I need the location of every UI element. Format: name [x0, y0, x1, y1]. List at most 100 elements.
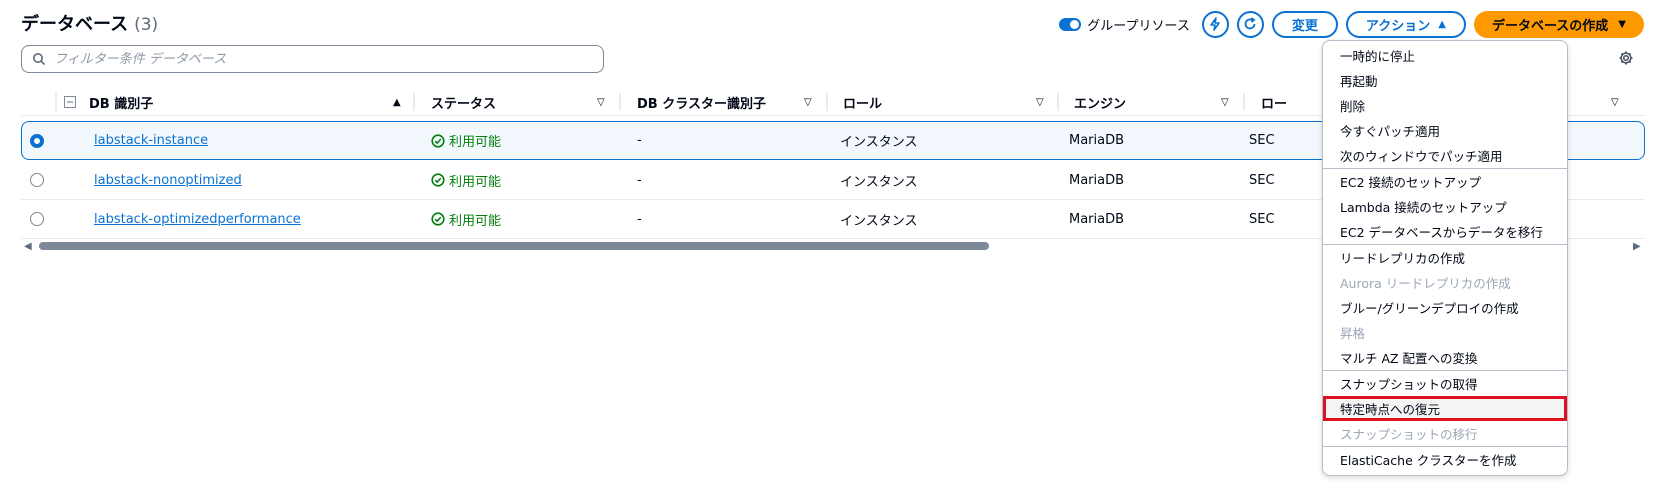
- database-count: (3): [134, 15, 159, 35]
- group-resources-label: グループリソース: [1087, 18, 1190, 34]
- status-text: 利用可能: [449, 213, 502, 229]
- cluster-id-cell: -: [637, 211, 642, 227]
- toolbar: グループリソース 変更 アクション ▲ データベースの作成 ▼: [1059, 10, 1644, 38]
- db-id-cell[interactable]: labstack-instance: [94, 122, 208, 159]
- menu-item-create-read-replica[interactable]: リードレプリカの作成: [1323, 245, 1567, 270]
- lightning-icon: [1210, 17, 1221, 31]
- column-header-cluster-id[interactable]: DB クラスター識別子 ▽: [637, 88, 822, 116]
- status-badge: 利用可能: [431, 210, 501, 229]
- db-id-link[interactable]: labstack-instance: [94, 133, 208, 148]
- search-icon: [33, 53, 46, 66]
- engine-cell: MariaDB: [1069, 172, 1125, 188]
- create-database-button[interactable]: データベースの作成 ▼: [1473, 10, 1644, 38]
- db-id-cell[interactable]: labstack-nonoptimized: [94, 161, 242, 199]
- scroll-left-icon[interactable]: ◀: [24, 241, 32, 252]
- column-label-status: ステータス: [431, 96, 497, 112]
- sort-ascending-icon[interactable]: ▲: [393, 97, 401, 108]
- column-label-region: ロー: [1261, 96, 1288, 112]
- sort-toggle-icon[interactable]: ▽: [1221, 97, 1229, 108]
- caret-up-icon: ▲: [1438, 18, 1446, 30]
- menu-item-create-elasticache[interactable]: ElastiCache クラスターを作成: [1323, 447, 1567, 472]
- menu-item-promote: 昇格: [1340, 326, 1366, 341]
- column-header-engine[interactable]: エンジン ▽: [1074, 88, 1239, 116]
- region-cell: SEC: [1249, 172, 1275, 188]
- region-cell: SEC: [1249, 133, 1275, 148]
- menu-item-reboot[interactable]: 再起動: [1323, 68, 1567, 93]
- table-settings-button[interactable]: [1618, 50, 1634, 70]
- toggle-switch[interactable]: [1059, 17, 1082, 31]
- status-cell: 利用可能: [431, 161, 501, 199]
- column-divider[interactable]: [413, 93, 415, 111]
- page-title: データベース: [21, 14, 129, 35]
- db-id-link[interactable]: labstack-nonoptimized: [94, 173, 242, 188]
- menu-item-create-blue-green[interactable]: ブルー/グリーンデプロイの作成: [1323, 295, 1567, 320]
- menu-item-stop-temporarily[interactable]: 一時的に停止: [1323, 43, 1567, 68]
- column-divider[interactable]: [826, 93, 828, 111]
- check-circle-icon: [431, 133, 445, 148]
- row-radio[interactable]: [30, 200, 44, 238]
- status-badge: 利用可能: [431, 131, 501, 150]
- filter-field[interactable]: [21, 45, 604, 73]
- radio-unselected[interactable]: [30, 212, 44, 226]
- quick-action-button[interactable]: [1201, 10, 1229, 38]
- db-id-cell[interactable]: labstack-optimizedperformance: [94, 200, 301, 238]
- sort-toggle-icon[interactable]: ▽: [597, 97, 605, 108]
- radio-unselected[interactable]: [30, 173, 44, 187]
- actions-button[interactable]: アクション ▲: [1345, 10, 1466, 38]
- caret-down-icon: ▼: [1618, 18, 1626, 30]
- radio-selected[interactable]: [30, 133, 44, 148]
- menu-item-patch-next-window[interactable]: 次のウィンドウでパッチ適用: [1323, 143, 1567, 168]
- status-cell: 利用可能: [431, 200, 501, 238]
- column-divider[interactable]: [1243, 93, 1245, 111]
- menu-item-migrate-snapshot: スナップショットの移行: [1340, 427, 1478, 442]
- scroll-thumb[interactable]: [39, 242, 989, 250]
- region-cell: SEC: [1249, 211, 1275, 227]
- column-divider[interactable]: [1057, 93, 1059, 111]
- check-circle-icon: [431, 212, 445, 226]
- group-resources-toggle[interactable]: グループリソース: [1059, 15, 1190, 34]
- menu-item-delete[interactable]: 削除: [1323, 93, 1567, 118]
- column-divider[interactable]: [55, 93, 57, 111]
- check-circle-icon: [431, 173, 445, 187]
- menu-item-convert-multi-az[interactable]: マルチ AZ 配置への変換: [1323, 345, 1567, 370]
- row-radio[interactable]: [30, 122, 44, 159]
- column-header-db-id[interactable]: DB 識別子 ▲: [89, 88, 409, 116]
- sort-toggle-icon[interactable]: ▽: [1611, 97, 1619, 108]
- actions-menu: 一時的に停止 再起動 削除 今すぐパッチ適用 次のウィンドウでパッチ適用 EC2…: [1322, 40, 1568, 476]
- menu-item-patch-now[interactable]: 今すぐパッチ適用: [1323, 118, 1567, 143]
- select-all-checkbox[interactable]: [64, 88, 76, 116]
- cluster-id-cell: -: [637, 172, 642, 188]
- column-label-cluster-id: DB クラスター識別子: [637, 96, 766, 112]
- status-text: 利用可能: [449, 135, 502, 150]
- minus-square-icon: [64, 96, 76, 108]
- actions-button-label: アクション: [1365, 18, 1431, 34]
- sort-toggle-icon[interactable]: ▽: [804, 97, 812, 108]
- sort-toggle-icon[interactable]: ▽: [1036, 97, 1044, 108]
- refresh-icon: [1244, 17, 1256, 30]
- role-cell: インスタンス: [840, 213, 918, 229]
- menu-item-ec2-connection[interactable]: EC2 接続のセットアップ: [1323, 169, 1567, 194]
- menu-item-create-aurora-read-replica: Aurora リードレプリカの作成: [1340, 276, 1511, 291]
- menu-item-take-snapshot[interactable]: スナップショットの取得: [1323, 371, 1567, 396]
- column-divider[interactable]: [619, 93, 621, 111]
- column-label-db-id: DB 識別子: [89, 96, 154, 112]
- scroll-right-icon[interactable]: ▶: [1633, 241, 1641, 252]
- gear-icon: [1619, 51, 1633, 65]
- role-cell: インスタンス: [840, 174, 918, 190]
- create-database-label: データベースの作成: [1491, 18, 1609, 34]
- refresh-button[interactable]: [1236, 10, 1264, 38]
- modify-button[interactable]: 変更: [1271, 10, 1338, 38]
- menu-item-lambda-connection[interactable]: Lambda 接続のセットアップ: [1323, 194, 1567, 219]
- column-label-engine: エンジン: [1074, 96, 1127, 112]
- column-header-status[interactable]: ステータス ▽: [431, 88, 616, 116]
- modify-button-label: 変更: [1291, 18, 1318, 34]
- menu-item-migrate-ec2-data[interactable]: EC2 データベースからデータを移行: [1323, 219, 1567, 244]
- filter-input[interactable]: [54, 51, 574, 67]
- db-id-link[interactable]: labstack-optimizedperformance: [94, 212, 301, 227]
- status-text: 利用可能: [449, 174, 502, 190]
- row-radio[interactable]: [30, 161, 44, 199]
- column-header-role[interactable]: ロール ▽: [843, 88, 1053, 116]
- menu-item-restore-point-in-time[interactable]: 特定時点への復元: [1323, 396, 1567, 421]
- cluster-id-cell: -: [637, 133, 642, 148]
- engine-cell: MariaDB: [1069, 133, 1125, 148]
